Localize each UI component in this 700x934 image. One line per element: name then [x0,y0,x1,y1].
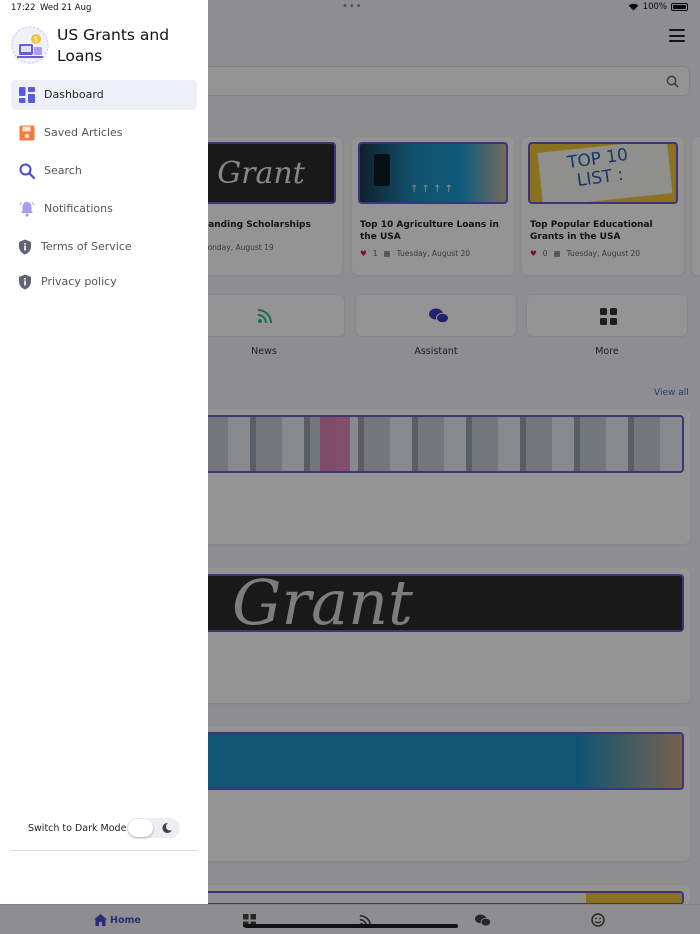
app-logo: $ [11,26,49,64]
save-icon [19,125,35,141]
nav-item-label: Saved Articles [44,126,123,139]
divider [11,850,197,851]
nav-item-privacy-policy[interactable]: Privacy policy [11,267,197,297]
nav-item-dashboard[interactable]: Dashboard [11,80,197,110]
dark-mode-toggle[interactable] [127,818,180,838]
nav-item-saved-articles[interactable]: Saved Articles [11,118,197,148]
dark-mode-label: Switch to Dark Mode [28,823,127,834]
nav-item-label: Privacy policy [41,275,117,288]
dashboard-icon [19,87,35,103]
shield-icon [19,239,31,255]
nav-item-search[interactable]: Search [11,156,197,186]
nav-item-label: Terms of Service [41,240,132,253]
nav-item-terms-of-service[interactable]: Terms of Service [11,232,197,262]
search-icon [19,163,35,179]
nav-item-notifications[interactable]: Notifications [11,194,197,224]
nav-item-label: Search [44,164,82,177]
moon-icon [162,822,172,833]
toggle-knob [128,819,153,837]
home-indicator[interactable] [244,924,458,928]
navigation-drawer: 17:22 Wed 21 Aug $ US Grants and Loans D… [0,0,208,904]
status-date: Wed 21 Aug [40,3,92,13]
svg-text:$: $ [34,36,38,44]
nav-item-label: Dashboard [44,88,104,101]
app-title: US Grants and Loans [57,26,170,65]
bell-icon [19,202,35,217]
status-time: 17:22 [11,3,36,13]
drawer-status-bar: 17:22 Wed 21 Aug [0,0,208,18]
shield-icon [19,274,31,290]
nav-item-label: Notifications [44,202,113,215]
